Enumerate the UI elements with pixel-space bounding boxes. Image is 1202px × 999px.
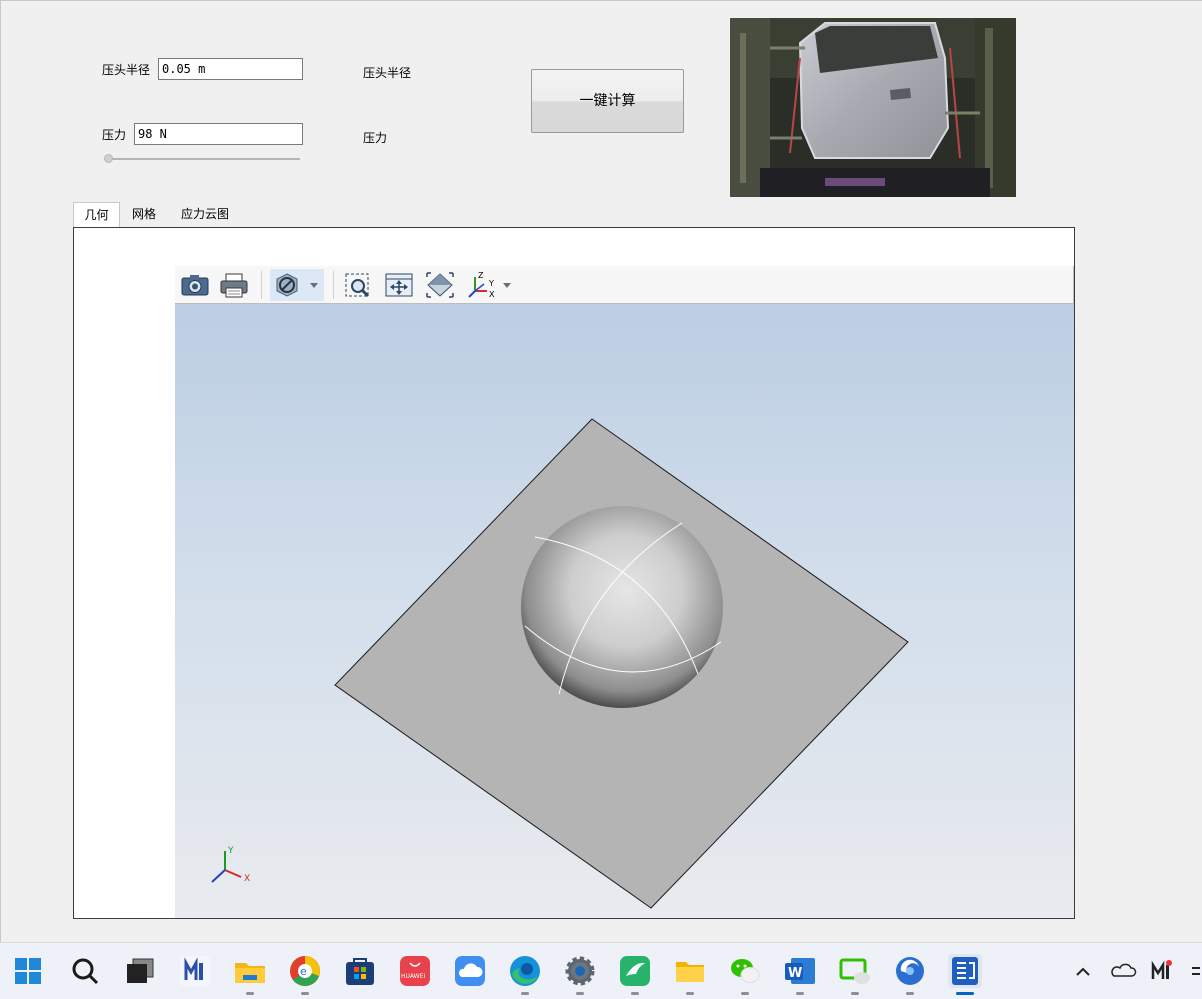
axis-y-label: Y (488, 279, 494, 288)
running-indicator (521, 992, 529, 995)
search-icon[interactable] (68, 954, 102, 988)
running-indicator (301, 992, 309, 995)
axis-triad: Y X (211, 846, 250, 884)
tab-mesh[interactable]: 网格 (122, 202, 166, 227)
m-app-icon[interactable] (178, 954, 212, 988)
xiaomi-icon[interactable] (893, 954, 927, 995)
toolbar-separator (333, 271, 334, 299)
running-indicator (906, 992, 914, 995)
axis-x-label: X (489, 290, 495, 299)
calculate-button[interactable]: 一键计算 (531, 69, 684, 133)
browser-e-icon[interactable]: e (288, 954, 322, 995)
force-display: 压力 (363, 131, 388, 145)
main-window: 压头半径 0.05 m 压头半径 压力 98 N 压力 一键计算 几何 网格 应… (0, 0, 1202, 942)
view-iso-icon[interactable] (423, 269, 457, 301)
force-input[interactable]: 98 N (134, 123, 303, 145)
store-icon[interactable] (343, 954, 377, 988)
taskbar: e HUAWEI W (0, 942, 1202, 999)
tab-geometry[interactable]: 几何 (73, 202, 120, 228)
dropdown-arrow-icon[interactable] (310, 283, 318, 288)
word-icon[interactable]: W (783, 954, 817, 995)
m-tray-icon[interactable] (1148, 954, 1178, 988)
force-slider[interactable] (104, 153, 300, 165)
tab-stress-contour[interactable]: 应力云图 (170, 202, 240, 227)
triad-x-label: X (244, 874, 250, 884)
radius-label: 压头半径 (102, 63, 151, 77)
slider-thumb[interactable] (104, 154, 113, 163)
zoom-box-icon[interactable] (341, 269, 375, 301)
force-label: 压力 (102, 128, 127, 142)
car-door-photo (730, 18, 1016, 197)
wechat-icon[interactable] (728, 954, 762, 995)
network-icon[interactable] (1188, 954, 1202, 988)
display-mode-icon[interactable] (270, 269, 324, 301)
dropdown-arrow-icon[interactable] (503, 283, 511, 288)
folder-icon[interactable] (673, 954, 707, 995)
camera-icon[interactable] (178, 269, 212, 301)
task-view-icon[interactable] (123, 954, 157, 988)
chevron-up-icon[interactable] (1068, 954, 1098, 988)
screen-share-icon[interactable] (838, 954, 872, 995)
cloud-drive-icon[interactable] (453, 954, 487, 988)
svg-text:e: e (300, 965, 307, 978)
onedrive-icon[interactable] (1108, 954, 1138, 988)
toolbar-separator (261, 271, 262, 299)
huawei-text: HUAWEI (401, 973, 425, 980)
running-indicator (576, 992, 584, 995)
fit-all-icon[interactable] (382, 269, 416, 301)
running-indicator (686, 992, 694, 995)
word-letter: W (788, 966, 802, 981)
running-indicator (956, 992, 974, 995)
geometry-panel: ZYX Y X (73, 227, 1075, 919)
running-indicator (741, 992, 749, 995)
print-icon[interactable] (217, 269, 251, 301)
app-window-icon[interactable] (948, 954, 982, 995)
radius-display: 压头半径 (363, 66, 412, 80)
running-indicator (631, 992, 639, 995)
running-indicator (851, 992, 859, 995)
running-indicator (246, 992, 254, 995)
start-icon[interactable] (11, 954, 45, 988)
running-indicator (796, 992, 804, 995)
3d-scene[interactable]: Y X (175, 304, 1074, 918)
radius-input[interactable]: 0.05 m (158, 58, 303, 80)
axes-view-icon[interactable]: ZYX (465, 269, 519, 301)
settings-icon[interactable] (563, 954, 597, 995)
axis-z-label: Z (478, 271, 484, 280)
edge-icon[interactable] (508, 954, 542, 995)
viewer-toolbar: ZYX (175, 266, 1074, 304)
triad-y-label: Y (227, 846, 234, 856)
slider-track (104, 158, 300, 160)
pdf-swift-icon[interactable] (618, 954, 652, 995)
file-explorer-icon[interactable] (233, 954, 267, 995)
sphere-indenter (521, 506, 723, 708)
3d-viewer[interactable]: ZYX Y X (175, 266, 1074, 918)
huawei-appgallery-icon[interactable]: HUAWEI (398, 954, 432, 988)
